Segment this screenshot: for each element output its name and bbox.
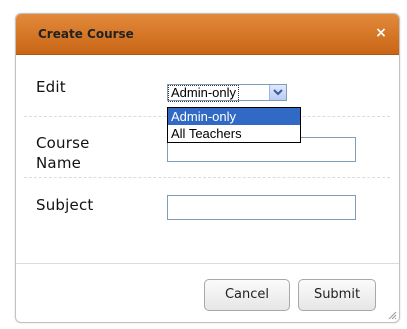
dialog-titlebar[interactable]: Create Course ×	[16, 14, 399, 55]
dialog-title: Create Course	[38, 27, 134, 41]
create-course-dialog: Create Course × Edit Admin-only Course N…	[15, 13, 400, 323]
edit-option-admin-only[interactable]: Admin-only	[168, 108, 300, 125]
edit-select[interactable]: Admin-only	[167, 84, 287, 102]
subject-label: Subject	[36, 196, 94, 214]
submit-button[interactable]: Submit	[298, 279, 376, 311]
subject-input[interactable]	[167, 195, 356, 220]
footer-separator	[16, 263, 399, 264]
close-icon[interactable]: ×	[373, 25, 389, 41]
course-name-label-line1: Course	[36, 134, 90, 152]
edit-label: Edit	[36, 78, 66, 96]
row-separator	[24, 177, 390, 178]
cancel-button[interactable]: Cancel	[204, 279, 290, 311]
edit-dropdown-list: Admin-only All Teachers	[167, 107, 301, 143]
edit-option-all-teachers[interactable]: All Teachers	[168, 125, 300, 142]
resize-grip-icon[interactable]	[387, 310, 397, 320]
course-name-label-line2: Name	[36, 154, 82, 172]
chevron-down-icon[interactable]	[269, 85, 286, 100]
edit-select-value: Admin-only	[168, 85, 240, 102]
